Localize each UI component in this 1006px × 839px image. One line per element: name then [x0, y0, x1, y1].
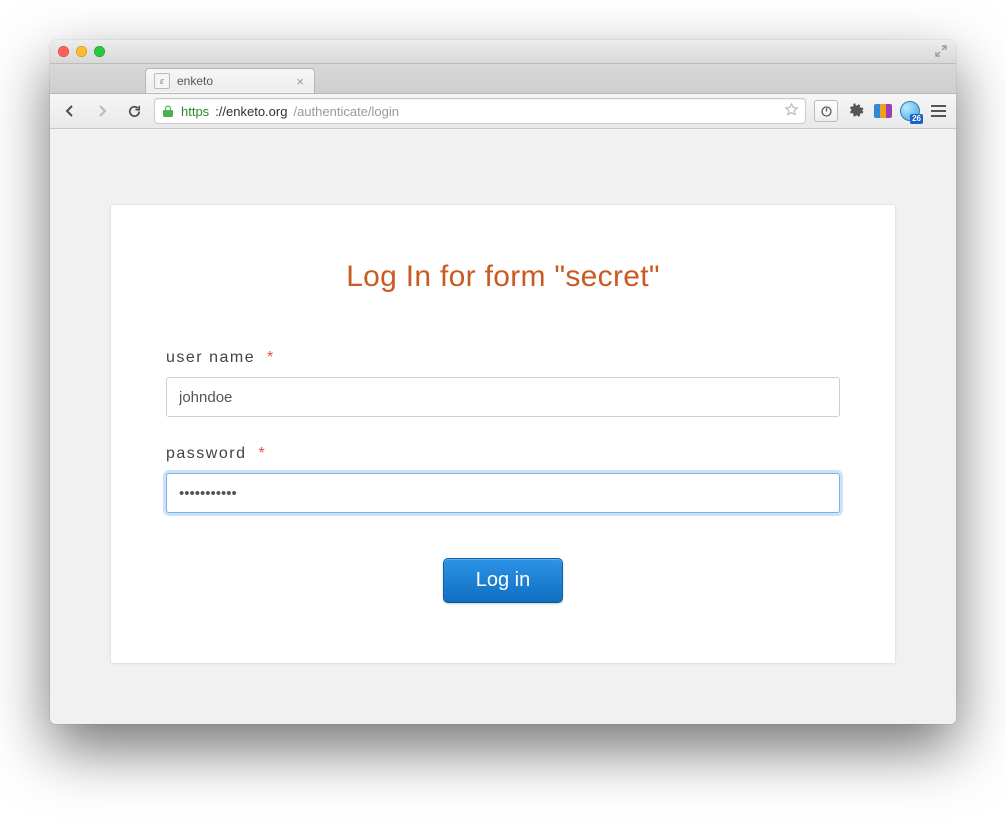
address-bar[interactable]: https ://enketo.org /authenticate/login [154, 98, 806, 124]
form-actions: Log in [166, 558, 840, 603]
required-mark-icon: * [258, 445, 266, 462]
tab-close-button[interactable]: × [296, 75, 304, 88]
login-button[interactable]: Log in [443, 558, 563, 603]
extension-button-3[interactable]: 26 [900, 101, 920, 121]
username-label: user name * [166, 349, 840, 367]
password-label-text: password [166, 445, 246, 462]
page-viewport: Log In for form "secret" user name * pas… [50, 129, 956, 724]
url-host: ://enketo.org [215, 104, 287, 119]
bookmark-star-icon[interactable] [784, 102, 799, 120]
extension-badge-count: 26 [910, 114, 923, 124]
password-input[interactable] [166, 473, 840, 513]
window-expand-icon[interactable] [934, 44, 948, 58]
hamburger-icon [931, 105, 946, 117]
extension-button-1[interactable] [814, 100, 838, 122]
password-field-group: password * [166, 445, 840, 513]
browser-window: ε enketo × https ://enketo.org /authenti… [50, 40, 956, 724]
nav-reload-button[interactable] [122, 100, 146, 122]
url-path: /authenticate/login [293, 104, 399, 119]
page-title: Log In for form "secret" [166, 260, 840, 294]
url-protocol: https [181, 104, 209, 119]
settings-gear-icon[interactable] [846, 101, 866, 121]
username-input[interactable] [166, 377, 840, 417]
username-label-text: user name [166, 349, 255, 366]
window-minimize-button[interactable] [76, 46, 87, 57]
chrome-menu-button[interactable] [928, 101, 948, 121]
window-close-button[interactable] [58, 46, 69, 57]
browser-tab[interactable]: ε enketo × [145, 68, 315, 93]
password-label: password * [166, 445, 840, 463]
login-card: Log In for form "secret" user name * pas… [110, 204, 896, 664]
nav-back-button[interactable] [58, 100, 82, 122]
browser-toolbar: https ://enketo.org /authenticate/login … [50, 94, 956, 129]
window-zoom-button[interactable] [94, 46, 105, 57]
window-traffic-lights [58, 46, 105, 57]
nav-forward-button[interactable] [90, 100, 114, 122]
window-titlebar [50, 40, 956, 64]
required-mark-icon: * [267, 349, 275, 366]
https-lock-icon [161, 104, 175, 118]
extension-button-2[interactable] [874, 104, 892, 118]
tab-favicon-icon: ε [154, 73, 170, 89]
tab-title: enketo [177, 74, 289, 88]
username-field-group: user name * [166, 349, 840, 417]
tab-strip: ε enketo × [50, 64, 956, 94]
